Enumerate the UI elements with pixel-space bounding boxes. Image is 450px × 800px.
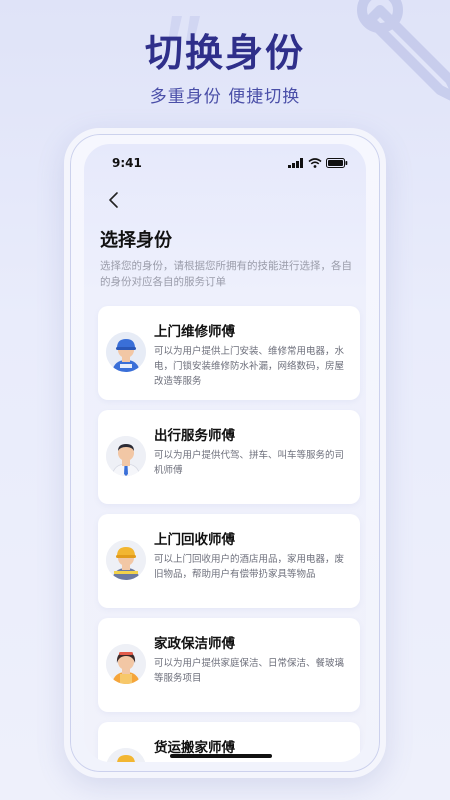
battery-icon [326,158,348,168]
cleaner-avatar-icon [106,644,146,684]
phone-screen: 9:41 选择身份 选择您的身份，请根据您所拥有的技能进行选择，各自的身份对应各… [84,144,366,762]
wifi-icon [308,158,322,168]
back-arrow-icon[interactable] [102,188,126,212]
card-description: 可以为用户提供上门安装、维修常用电器，水电，门锁安装维修防水补漏，网络数码，房屋… [154,346,345,387]
card-title: 上门回收师傅 [154,532,235,548]
card-description: 可以上门回收用户的酒店用品，家用电器，废旧物品，帮助用户有偿带扔家具等物品 [154,554,345,580]
card-description: 可以为用户提供代驾、拼车、叫车等服务的司机师傅 [154,450,345,476]
status-icons [288,158,348,168]
promo-headline: 切换身份 [144,31,305,75]
card-title: 货运搬家师傅 [154,740,235,756]
identity-card-list: 上门维修师傅 可以为用户提供上门安装、维修常用电器，水电，门锁安装维修防水补漏，… [98,306,360,762]
page-title: 选择身份 [100,230,172,251]
identity-card-recycler[interactable]: 上门回收师傅 可以上门回收用户的酒店用品，家用电器，废旧物品，帮助用户有偿带扔家… [98,514,360,608]
status-bar: 9:41 [106,156,348,174]
card-title: 家政保洁师傅 [154,636,235,652]
recycler-avatar-icon [106,540,146,580]
card-description: 可以为用户提供家庭保洁、日常保洁、餐玻璃等服务项目 [154,658,345,684]
page-description: 选择您的身份，请根据您所拥有的技能进行选择，各自的身份对应各自的服务订单 [100,260,352,288]
identity-card-repair[interactable]: 上门维修师傅 可以为用户提供上门安装、维修常用电器，水电，门锁安装维修防水补漏，… [98,306,360,400]
home-indicator[interactable] [170,754,272,758]
phone-frame: 9:41 选择身份 选择您的身份，请根据您所拥有的技能进行选择，各自的身份对应各… [64,128,386,778]
repair-worker-avatar-icon [106,332,146,372]
card-title: 上门维修师傅 [154,324,235,340]
status-time: 9:41 [112,156,142,170]
signal-icon [288,158,303,168]
driver-avatar-icon [106,436,146,476]
identity-card-cleaner[interactable]: 家政保洁师傅 可以为用户提供家庭保洁、日常保洁、餐玻璃等服务项目 [98,618,360,712]
promo-subline: 多重身份 便捷切换 [149,87,301,107]
mover-avatar-icon [106,748,146,762]
card-title: 出行服务师傅 [154,428,235,444]
identity-card-driver[interactable]: 出行服务师傅 可以为用户提供代驾、拼车、叫车等服务的司机师傅 [98,410,360,504]
